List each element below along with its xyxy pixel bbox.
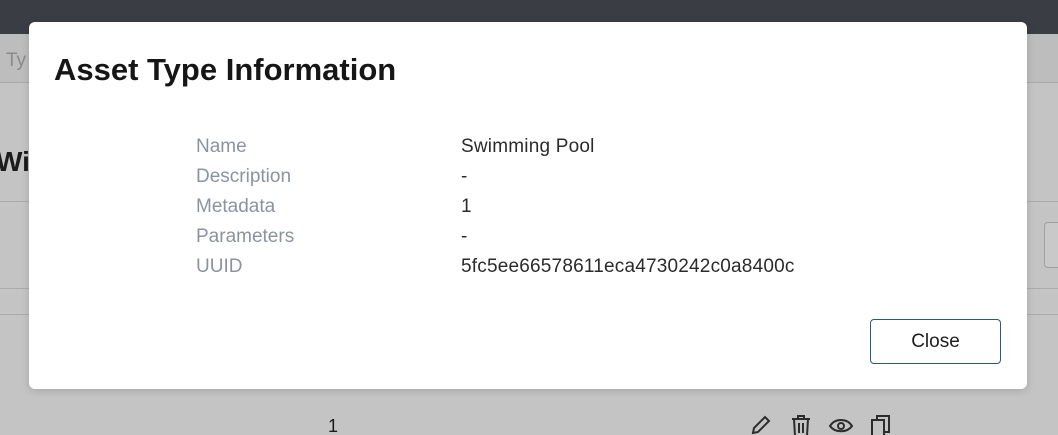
app-page: Ty Win 1 Asset Type Information Name Swi… <box>0 0 1058 435</box>
search-input[interactable] <box>1044 222 1058 268</box>
info-label: UUID <box>196 256 243 277</box>
modal-title: Asset Type Information <box>54 52 397 87</box>
info-value: 5fc5ee66578611eca4730242c0a8400c <box>461 256 795 277</box>
info-row-description: Description - <box>196 162 795 192</box>
copy-icon[interactable] <box>868 412 894 435</box>
info-value: Swimming Pool <box>461 136 595 157</box>
trash-icon[interactable] <box>788 412 814 435</box>
info-list: Name Swimming Pool Description - Metadat… <box>196 132 795 282</box>
info-row-name: Name Swimming Pool <box>196 132 795 162</box>
info-label: Name <box>196 136 247 157</box>
info-value: - <box>461 226 468 247</box>
info-row-uuid: UUID 5fc5ee66578611eca4730242c0a8400c <box>196 252 795 282</box>
close-button[interactable]: Close <box>870 319 1001 364</box>
table-cell: 1 <box>328 416 339 435</box>
asset-type-info-modal: Asset Type Information Name Swimming Poo… <box>29 22 1027 389</box>
info-row-parameters: Parameters - <box>196 222 795 252</box>
info-label: Parameters <box>196 226 295 247</box>
info-value: - <box>461 166 468 187</box>
info-label: Metadata <box>196 196 276 217</box>
toolbar-text: Ty <box>6 50 27 71</box>
info-row-metadata: Metadata 1 <box>196 192 795 222</box>
info-label: Description <box>196 166 292 187</box>
pencil-icon[interactable] <box>748 412 774 435</box>
eye-icon[interactable] <box>828 412 854 435</box>
info-value: 1 <box>461 196 472 217</box>
row-actions <box>748 412 894 435</box>
